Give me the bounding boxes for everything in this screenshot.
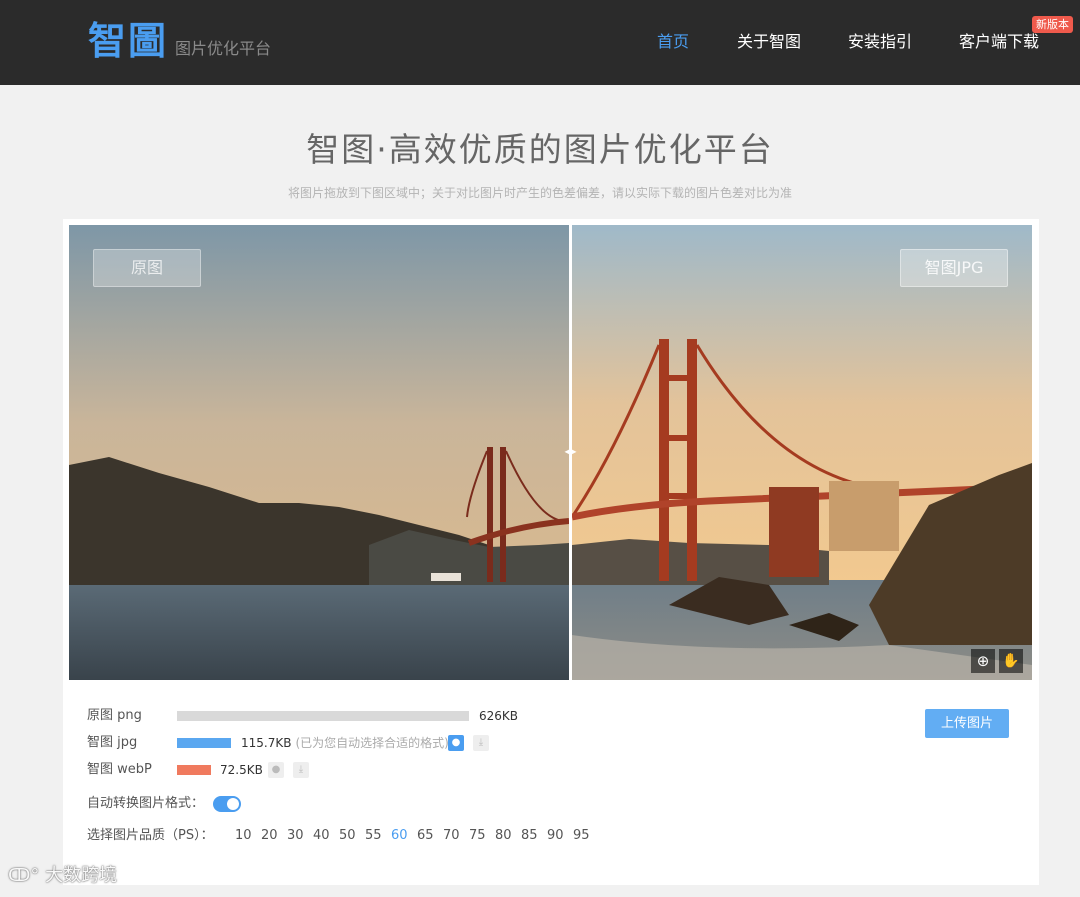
size-bar-webp	[177, 765, 211, 775]
optimized-label: 智图JPG	[900, 249, 1008, 287]
quality-option[interactable]: 65	[417, 827, 434, 845]
upload-button[interactable]: 上传图片	[925, 709, 1009, 738]
preview-eye-icon[interactable]: ●	[448, 735, 464, 751]
size-webp: 72.5KB	[220, 763, 263, 777]
size-jpg-value: 115.7KB	[241, 736, 292, 750]
color-drop-icon[interactable]: ✋	[999, 649, 1023, 673]
stat-label-png: 原图 png	[87, 708, 142, 723]
auto-format-note: (已为您自动选择合适的格式)	[295, 736, 449, 750]
image-compare-area[interactable]: 原图 智图JPG ◂▸ ⊕ ✋	[69, 225, 1032, 680]
quality-option[interactable]: 80	[495, 827, 512, 845]
quality-option[interactable]: 20	[261, 827, 278, 845]
watermark-text: 大数跨境	[45, 865, 118, 886]
nav-home[interactable]: 首页	[657, 31, 689, 53]
quality-option[interactable]: 10	[235, 827, 252, 845]
quality-option[interactable]: 85	[521, 827, 538, 845]
logo-tagline: 图片优化平台	[175, 39, 272, 58]
size-bar-jpg	[177, 738, 231, 748]
page-title: 智图·高效优质的图片优化平台	[306, 130, 774, 169]
quality-label: 选择图片品质（PS）：	[87, 828, 214, 843]
quality-option[interactable]: 50	[339, 827, 356, 845]
zoom-in-icon[interactable]: ⊕	[971, 649, 995, 673]
stat-label-webp: 智图 webP	[87, 762, 152, 777]
watermark-logo: ↀ° 大数跨境	[8, 865, 118, 886]
logo[interactable]: 智圖	[88, 18, 168, 64]
quality-option[interactable]: 90	[547, 827, 564, 845]
quality-option[interactable]: 55	[365, 827, 382, 845]
quality-option[interactable]: 40	[313, 827, 330, 845]
nav-about[interactable]: 关于智图	[737, 31, 801, 53]
page-subtitle: 将图片拖放到下图区域中；关于对比图片时产生的色差偏差，请以实际下载的图片色差对比…	[287, 186, 792, 200]
size-png: 626KB	[479, 709, 519, 723]
drag-handle-icon[interactable]: ◂▸	[562, 444, 579, 458]
top-nav-bar: 智圖 图片优化平台 首页 关于智图 安装指引 客户端下载 新版本	[0, 0, 1080, 85]
auto-convert-label: 自动转换图片格式：	[87, 796, 205, 811]
quality-option[interactable]: 95	[573, 827, 590, 845]
quality-option[interactable]: 30	[287, 827, 304, 845]
size-jpg: 115.7KB (已为您自动选择合适的格式)	[241, 734, 449, 752]
download-icon[interactable]: ⤓	[293, 762, 309, 778]
stat-label-jpg: 智图 jpg	[87, 735, 138, 750]
quality-option[interactable]: 75	[469, 827, 486, 845]
nav-client-download[interactable]: 客户端下载	[959, 31, 1039, 53]
bridge-photo	[69, 225, 1032, 680]
quality-option[interactable]: 70	[443, 827, 460, 845]
nav-install-guide[interactable]: 安装指引	[848, 31, 912, 53]
download-icon[interactable]: ⤓	[473, 735, 489, 751]
optimizer-card: 原图 智图JPG ◂▸ ⊕ ✋ 原图 png 626KB 智图 jpg 115.…	[63, 219, 1039, 885]
size-bar-png	[177, 711, 469, 721]
preview-eye-icon[interactable]: ●	[268, 762, 284, 778]
auto-convert-toggle[interactable]	[213, 796, 241, 812]
toggle-knob	[227, 798, 239, 810]
quality-option[interactable]: 60	[391, 827, 408, 845]
new-version-badge: 新版本	[1032, 16, 1073, 33]
original-label: 原图	[93, 249, 201, 287]
